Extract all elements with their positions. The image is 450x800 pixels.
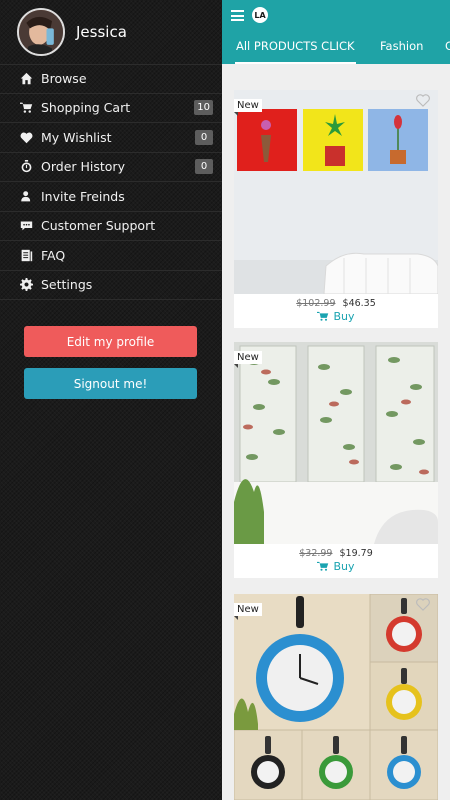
original-price: $102.99 [296,298,336,309]
original-price: $32.99 [299,548,333,559]
home-icon [19,72,33,86]
price-row: $102.99 $46.35 [234,294,438,310]
menu-item-label: Customer Support [41,218,156,234]
new-badge: New [234,99,262,116]
gear-icon [19,278,33,292]
buy-label: Buy [333,560,355,573]
profile-header[interactable]: Jessica [0,0,222,64]
product-card[interactable]: New $102.99 $46.35 Buy [234,90,438,328]
menu-item-invite-friends[interactable]: Invite Freinds [0,182,222,212]
menu-item-shopping-cart[interactable]: Shopping Cart 10 [0,94,222,123]
drawer-menu: Browse Shopping Cart 10 My Wishlist 0 Or… [0,64,222,300]
signout-button[interactable]: Signout me! [24,368,197,399]
price-row: $32.99 $19.79 [234,544,438,560]
cart-icon [19,101,33,115]
product-image[interactable]: New [234,90,438,294]
app-bar: LA All PRODUCTS CLICK Fashion C [222,0,450,64]
menu-item-label: Browse [41,71,87,87]
wishlist-heart-icon[interactable] [416,598,430,611]
user-plus-icon [19,189,33,203]
sale-price: $19.79 [339,548,373,559]
menu-item-label: Shopping Cart [41,100,131,116]
buy-button[interactable]: Buy [234,310,438,328]
menu-item-customer-support[interactable]: Customer Support [0,212,222,241]
navigation-drawer: Jessica Browse Shopping Cart 10 My Wishl… [0,0,222,800]
avatar[interactable] [17,8,65,56]
tab-all-products[interactable]: All PRODUCTS CLICK [235,34,356,64]
add-to-cart-icon [317,311,329,321]
app-logo: LA [252,7,268,23]
menu-item-faq[interactable]: FAQ [0,241,222,271]
hamburger-menu-icon[interactable] [231,10,244,21]
add-to-cart-icon [317,561,329,571]
menu-item-label: Invite Freinds [41,188,125,204]
menu-item-order-history[interactable]: Order History 0 [0,153,222,182]
product-image[interactable]: New [234,594,438,800]
product-card[interactable]: New [234,594,438,800]
buy-label: Buy [333,310,355,323]
menu-item-wishlist[interactable]: My Wishlist 0 [0,123,222,153]
tab-next-partial[interactable]: C [445,34,450,64]
sale-price: $46.35 [342,298,376,309]
category-tabs: All PRODUCTS CLICK Fashion C [222,34,450,64]
menu-item-settings[interactable]: Settings [0,271,222,300]
tab-fashion[interactable]: Fashion [380,34,423,64]
cart-count-badge: 10 [194,100,213,116]
main-panel: LA All PRODUCTS CLICK Fashion C New $102… [222,0,450,800]
edit-profile-button[interactable]: Edit my profile [24,326,197,357]
wishlist-heart-icon[interactable] [416,94,430,107]
document-icon [19,248,33,262]
order-count-badge: 0 [195,159,213,175]
menu-item-label: Order History [41,159,125,175]
menu-item-label: FAQ [41,247,66,263]
new-badge: New [234,351,262,368]
product-image[interactable]: New [234,342,438,544]
menu-item-browse[interactable]: Browse [0,64,222,94]
menu-item-label: My Wishlist [41,129,112,145]
profile-name: Jessica [76,23,127,41]
menu-item-label: Settings [41,277,93,293]
chat-icon [19,219,33,233]
heart-icon [19,130,33,144]
wishlist-count-badge: 0 [195,129,213,145]
product-card[interactable]: New $32.99 $19.79 Buy [234,342,438,578]
stopwatch-icon [19,160,33,174]
buy-button[interactable]: Buy [234,560,438,578]
new-badge: New [234,603,262,620]
